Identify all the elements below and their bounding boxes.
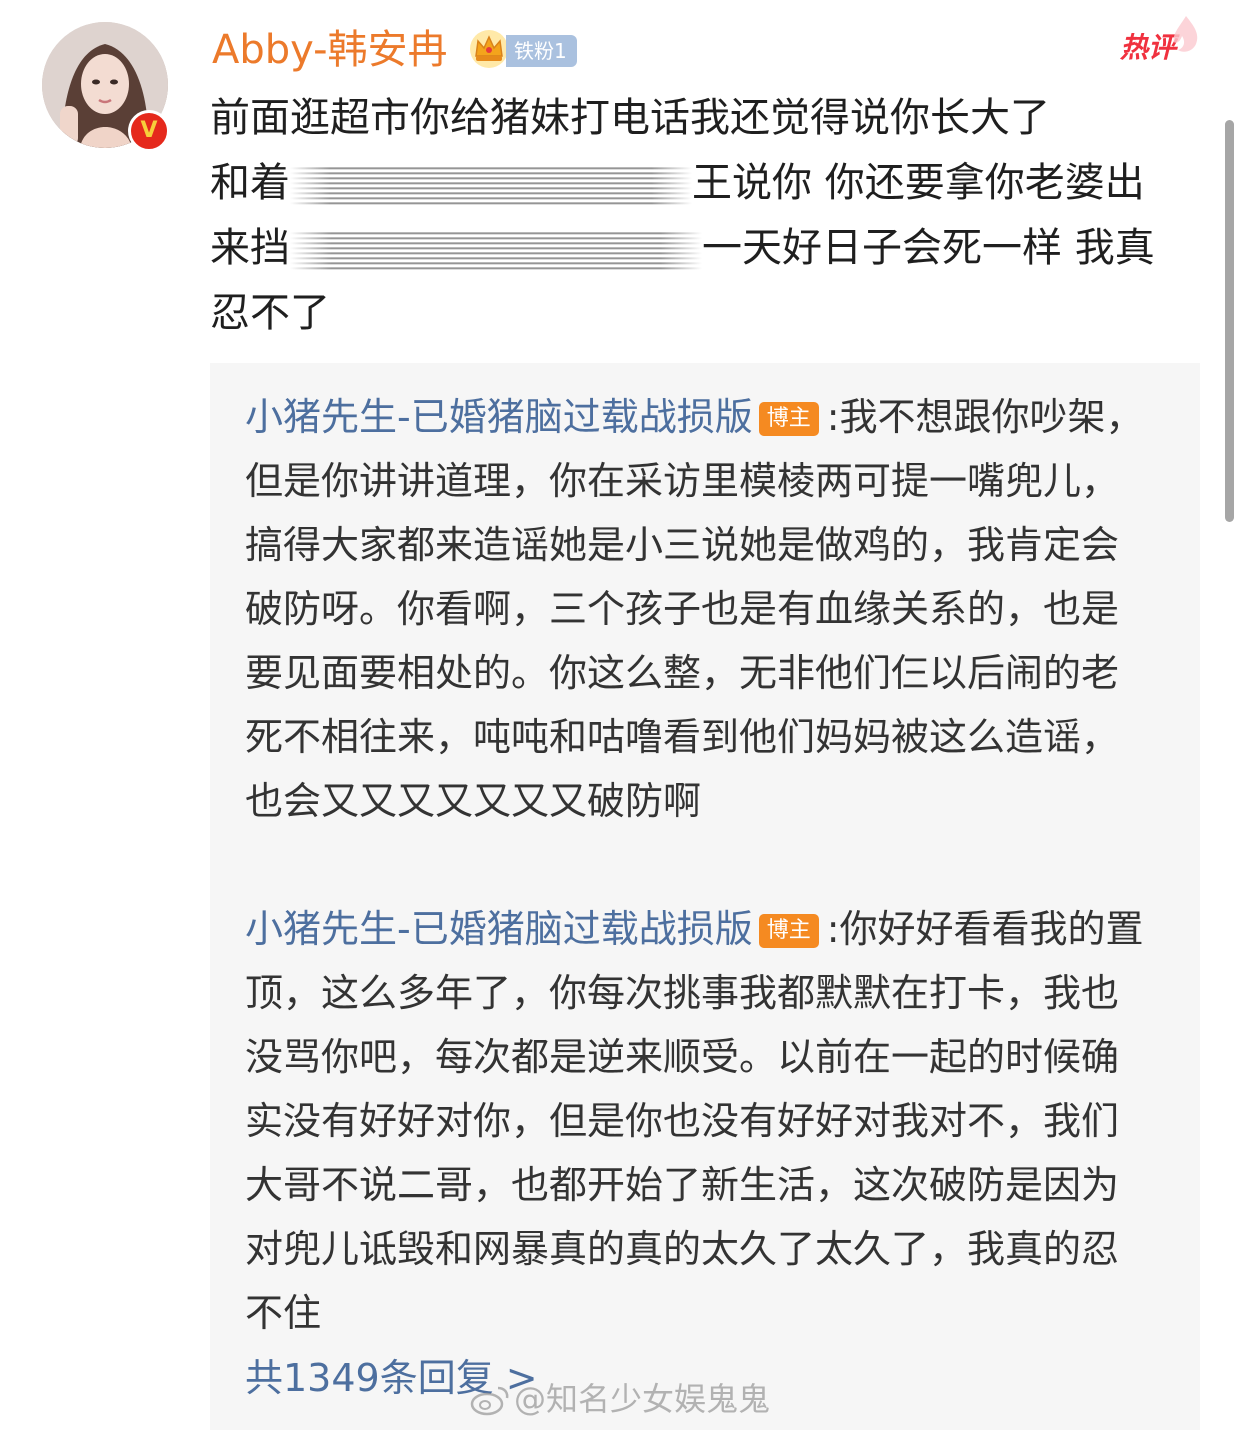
fan-level-badge: 铁粉1 [506, 35, 577, 67]
host-badge: 博主 [758, 914, 819, 948]
comment-line: 和着 王说你 你还要拿你老婆出 [210, 160, 1145, 206]
watermark: @知名少女娱鬼鬼 [470, 1378, 770, 1420]
hot-flame-icon [1173, 16, 1198, 52]
host-badge: 博主 [758, 402, 819, 436]
crown-icon [470, 30, 508, 68]
weibo-logo-icon [470, 1386, 509, 1416]
verified-v-icon: V [128, 110, 170, 152]
reply-item[interactable]: 小猪先生-已婚猪脑过载战损版 博主:我不想跟你吵架，但是你讲讲道理，你在采访里模棱… [245, 385, 1145, 833]
comment-line: 来挡 一天好日子会死一样 我真 [210, 225, 1155, 271]
reply-author[interactable]: 小猪先生-已婚猪脑过载战损版 [245, 907, 753, 951]
comment-body: 前面逛超市你给猪妹打电话我还觉得说你长大了 和着 王说你 你还要拿你老婆出 来挡一… [210, 86, 1200, 346]
redacted-mosaic [290, 230, 702, 270]
comment-line: 前面逛超市你给猪妹打电话我还觉得说你长大了 [210, 95, 1050, 141]
redacted-mosaic [290, 165, 692, 205]
reply-author[interactable]: 小猪先生-已婚猪脑过载战损版 [245, 395, 753, 439]
replies-panel: 小猪先生-已婚猪脑过载战损版 博主:我不想跟你吵架，但是你讲讲道理，你在采访里模棱… [210, 363, 1200, 1430]
hot-comment-tag: 热评 [1120, 16, 1198, 68]
reply-item[interactable]: 小猪先生-已婚猪脑过载战损版 博主:你好好看看我的置顶，这么多年了，你每次挑事我都… [245, 897, 1145, 1345]
reply-text: :你好好看看我的置顶，这么多年了，你每次挑事我都默默在打卡，我也没骂你吧，每次都… [245, 907, 1144, 1335]
comment-username[interactable]: Abby-韩安冉 [212, 26, 448, 74]
reply-text: :我不想跟你吵架，但是你讲讲道理，你在采访里模棱两可提一嘴兜儿，搞得大家都来造谣… [245, 395, 1144, 823]
comment-line: 忍不了 [210, 290, 330, 336]
scrollbar[interactable] [1225, 120, 1234, 522]
